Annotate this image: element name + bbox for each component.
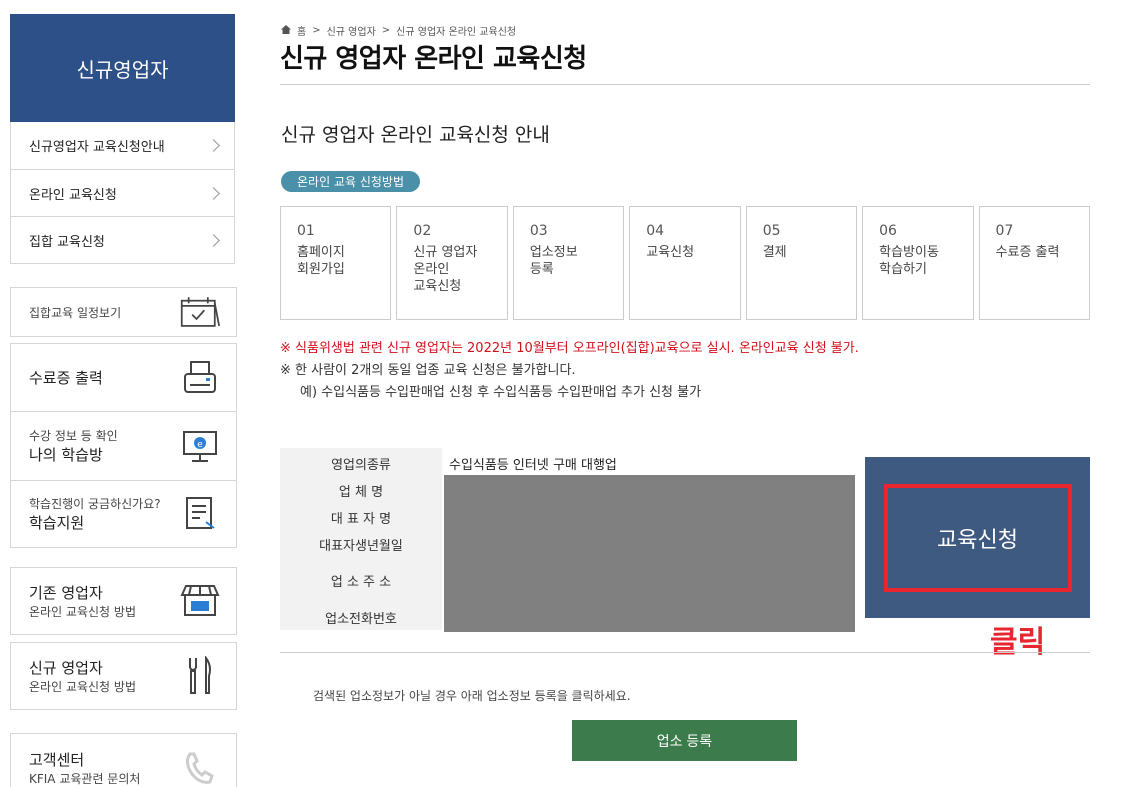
label-phone: 업소전화번호	[325, 612, 397, 627]
step-text: 학습방이동 학습하기	[879, 245, 939, 277]
certificate-label: 수료증 출력	[29, 369, 103, 387]
label-ceo-birth: 대표자생년월일	[319, 539, 403, 554]
schedule-link[interactable]: 집합교육 일정보기	[10, 287, 237, 337]
step-text: 홈페이지 회원가입	[297, 245, 345, 277]
sidebar-item-group-apply[interactable]: 집합 교육신청	[11, 216, 234, 263]
step-number: 05	[762, 223, 781, 239]
sidebar-item-label: 신규영업자 교육신청안내	[29, 140, 165, 155]
step-number: 04	[646, 223, 665, 239]
page-title: 신규 영업자 온라인 교육신청	[280, 44, 587, 74]
svg-text:e: e	[197, 440, 203, 450]
existing-operator-caption: 온라인 교육신청 방법	[29, 605, 136, 619]
label-address: 업 소 주 소	[330, 575, 392, 590]
method-badge: 온라인 교육 신청방법	[281, 171, 420, 192]
process-step: 06 학습방이동 학습하기	[862, 206, 974, 320]
home-icon[interactable]	[281, 24, 291, 37]
label-ceo-name: 대 표 자 명	[330, 512, 392, 527]
step-number: 06	[879, 223, 897, 239]
quick-links: 수료증 출력 수강 정보 등 확인 나의 학습방 e 학습진행이 궁금하신가요?…	[10, 343, 237, 548]
step-text: 업소정보 등록	[529, 245, 578, 277]
step-text: 교육신청	[646, 245, 695, 260]
process-step: 02 신규 영업자 온라인 교육신청	[396, 206, 508, 320]
breadcrumb-level1[interactable]: 신규 영업자	[327, 23, 376, 38]
learning-support-caption: 학습진행이 궁금하신가요?	[29, 497, 161, 511]
chevron-right-icon: >	[381, 25, 391, 36]
learning-support-label: 학습지원	[29, 514, 85, 532]
help-text: 검색된 업소정보가 아닐 경우 아래 업소정보 등록을 클릭하세요.	[313, 689, 631, 703]
process-step: 05 결제	[745, 206, 858, 320]
section-subtitle: 신규 영업자 온라인 교육신청 안내	[281, 124, 550, 146]
printer-icon	[180, 358, 220, 398]
business-info-labels: 영업의종류 업 체 명 대 표 자 명 대표자생년월일 업 소 주 소 업소전화…	[280, 448, 442, 630]
register-business-button[interactable]: 업소 등록	[572, 720, 797, 761]
bottom-divider	[280, 652, 1090, 653]
title-divider	[280, 84, 1090, 85]
breadcrumb-home[interactable]: 홈	[297, 23, 306, 38]
fork-knife-icon	[180, 656, 220, 696]
phone-icon	[180, 748, 220, 787]
notice-text: ※ 한 사람이 2개의 동일 업종 교육 신청은 불가합니다.	[280, 363, 576, 378]
click-annotation: 클릭	[990, 625, 1046, 660]
schedule-label: 집합교육 일정보기	[29, 305, 122, 320]
store-icon	[180, 581, 220, 621]
breadcrumb-level2[interactable]: 신규 영업자 온라인 교육신청	[396, 23, 516, 38]
step-number: 02	[413, 223, 432, 239]
notice-red: ※ 식품위생법 관련 신규 영업자는 2022년 10월부터 오프라인(집합)교…	[280, 341, 859, 356]
step-number: 07	[995, 223, 1014, 239]
new-operator-label: 신규 영업자	[29, 659, 103, 677]
chevron-right-icon: >	[312, 25, 321, 36]
existing-operator-label: 기존 영업자	[29, 584, 103, 602]
document-pen-icon	[180, 494, 220, 534]
process-step: 07 수료증 출력	[978, 206, 1090, 320]
breadcrumb: 홈 > 신규 영업자 > 신규 영업자 온라인 교육신청	[281, 23, 516, 38]
label-company-name: 업 체 명	[338, 485, 384, 500]
step-number: 01	[297, 223, 315, 239]
new-operator-link[interactable]: 신규 영업자 온라인 교육신청 방법	[10, 642, 237, 710]
step-text: 수료증 출력	[995, 245, 1060, 260]
label-business-type: 영업의종류	[331, 458, 391, 473]
notice-list: ※ 식품위생법 관련 신규 영업자는 2022년 10월부터 오프라인(집합)교…	[280, 338, 859, 404]
sidebar-item-guide[interactable]: 신규영업자 교육신청안내	[11, 122, 234, 169]
step-number: 03	[529, 223, 548, 239]
sidebar-item-label: 집합 교육신청	[29, 234, 105, 250]
my-study-room-caption: 수강 정보 등 확인	[29, 429, 118, 443]
sidebar-title: 신규영업자	[10, 14, 235, 122]
chevron-right-icon	[207, 186, 220, 200]
calendar-check-icon	[180, 292, 220, 332]
certificate-link[interactable]: 수료증 출력	[11, 344, 236, 411]
chevron-right-icon	[207, 233, 220, 247]
sidebar-menu: 신규영업자 교육신청안내 온라인 교육신청 집합 교육신청	[10, 122, 235, 264]
redacted-info-block	[444, 475, 855, 632]
customer-center-caption: KFIA 교육관련 문의처	[29, 772, 141, 786]
process-step: 04 교육신청	[629, 206, 741, 320]
sidebar: 신규영업자 신규영업자 교육신청안내 온라인 교육신청 집합 교육신청	[10, 14, 235, 264]
new-operator-caption: 온라인 교육신청 방법	[29, 680, 136, 694]
sidebar-item-label: 온라인 교육신청	[29, 187, 117, 203]
apply-panel[interactable]: 교육신청	[865, 457, 1090, 618]
process-step: 01 홈페이지 회원가입	[280, 206, 392, 320]
learning-support-link[interactable]: 학습진행이 궁금하신가요? 학습지원	[11, 480, 236, 547]
customer-center-link[interactable]: 고객센터 KFIA 교육관련 문의처	[10, 733, 237, 787]
my-study-room-label: 나의 학습방	[29, 446, 103, 464]
monitor-e-icon: e	[180, 426, 220, 466]
customer-center-label: 고객센터	[29, 751, 85, 769]
process-steps: 01 홈페이지 회원가입 02 신규 영업자 온라인 교육신청 03 업소정보 등록 …	[280, 206, 1090, 320]
step-text: 신규 영업자 온라인 교육신청	[413, 245, 478, 294]
chevron-right-icon	[207, 139, 220, 152]
my-study-room-link[interactable]: 수강 정보 등 확인 나의 학습방 e	[11, 411, 236, 480]
sidebar-item-online-apply[interactable]: 온라인 교육신청	[11, 169, 234, 216]
process-step: 03 업소정보 등록	[512, 206, 625, 320]
step-text: 결제	[762, 245, 787, 260]
apply-education-button[interactable]: 교육신청	[883, 483, 1072, 592]
notice-example: 예) 수입식품등 수입판매업 신청 후 수입식품등 수입판매업 추가 신청 불가	[300, 385, 702, 400]
existing-operator-link[interactable]: 기존 영업자 온라인 교육신청 방법	[10, 567, 237, 635]
business-type-value: 수입식품등 인터넷 구매 대행업	[449, 458, 617, 473]
